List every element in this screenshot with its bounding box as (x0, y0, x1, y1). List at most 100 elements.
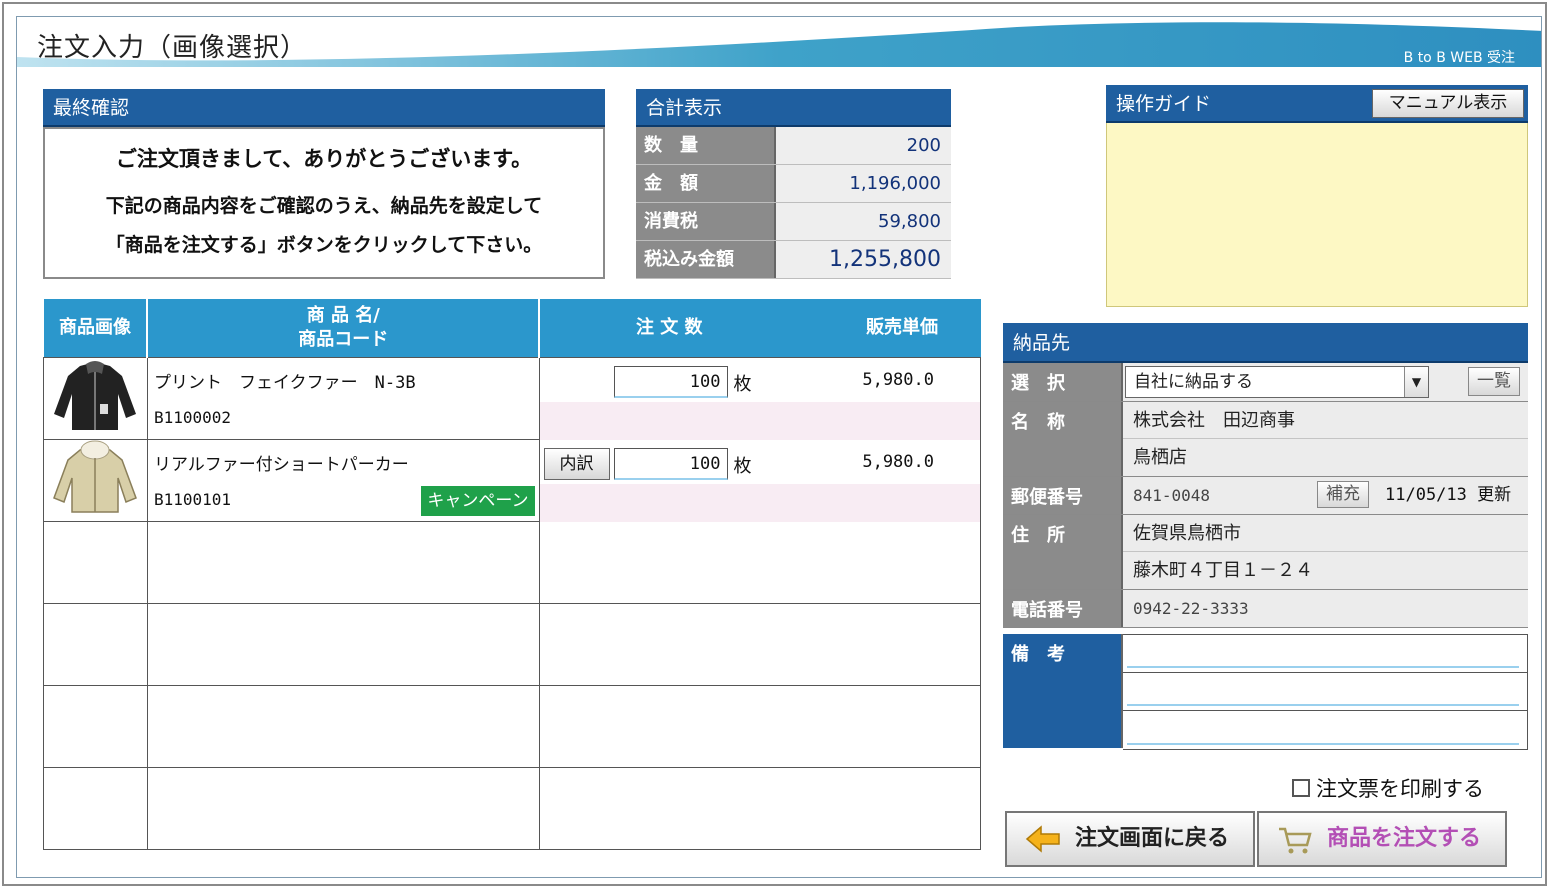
header-name: 商 品 名/ 商品コード (147, 299, 541, 358)
qty-unit: 枚 (733, 455, 752, 477)
total-qty-row: 数 量 200 (636, 127, 951, 165)
remarks-input-3[interactable] (1123, 711, 1527, 749)
arrow-left-icon (1025, 825, 1060, 853)
product-code: B1100002 (153, 407, 232, 427)
empty-cell (538, 602, 982, 686)
header-name-line1: 商 品 名/ (306, 304, 380, 326)
unit-price: 5,980.0 (862, 369, 934, 390)
table-row-empty (43, 602, 982, 686)
product-image-cell (43, 438, 148, 522)
updated-date: 11/05/13 更新 (1385, 485, 1512, 505)
empty-cell (538, 520, 982, 604)
total-with-tax-label: 税込み金額 (636, 241, 776, 278)
zip-value: 841-0048 (1133, 486, 1211, 505)
table-row: リアルファー付ショートパーカー B1100101 キャンペーン 内訳 100 枚… (43, 438, 982, 522)
qty-unit: 枚 (733, 373, 752, 395)
name-line-2: 鳥栖店 (1133, 447, 1187, 468)
delivery-tel-row: 電話番号 0942-22-3333 (1003, 590, 1528, 628)
chevron-down-icon[interactable]: ▼ (1404, 367, 1428, 397)
name-value-area: 株式会社 田辺商事 鳥栖店 (1123, 402, 1528, 476)
page-title: 注文入力（画像選択） (37, 33, 308, 63)
empty-cell (146, 684, 540, 768)
product-name: リアルファー付ショートパーカー (153, 454, 409, 475)
header-qty: 注 文 数 (636, 317, 703, 338)
print-label: 注文票を印刷する (1316, 777, 1484, 801)
product-name-cell: プリント フェイクファー N-3B B1100002 (146, 356, 540, 440)
empty-cell (43, 602, 148, 686)
remarks-fields (1123, 634, 1528, 750)
tel-line: 0942-22-3333 (1123, 590, 1528, 627)
tel-value: 0942-22-3333 (1133, 599, 1249, 618)
final-confirm-message: ご注文頂きまして、ありがとうございます。 下記の商品内容をご確認のうえ、納品先を… (43, 127, 605, 279)
detail-button[interactable]: 内訳 (543, 447, 610, 480)
total-amount-row: 金 額 1,196,000 (636, 165, 951, 203)
totals-panel: 合計表示 数 量 200 金 額 1,196,000 消費税 59,800 税込… (636, 89, 951, 279)
campaign-badge[interactable]: キャンペーン (421, 485, 535, 516)
delivery-select[interactable]: 自社に納品する ▼ (1125, 366, 1429, 398)
product-name-cell: リアルファー付ショートパーカー B1100101 キャンペーン (146, 438, 540, 522)
product-qty-cell: 内訳 100 枚 5,980.0 (538, 438, 982, 522)
zip-label: 郵便番号 (1003, 477, 1123, 514)
print-checkbox[interactable] (1292, 779, 1310, 797)
empty-cell (43, 766, 148, 850)
print-option[interactable]: 注文票を印刷する (1292, 773, 1484, 803)
empty-cell (538, 684, 982, 768)
total-with-tax-row: 税込み金額 1,255,800 (636, 241, 951, 279)
list-button[interactable]: 一覧 (1468, 367, 1520, 396)
product-table-header: 商品画像 商 品 名/ 商品コード 注 文 数 販売単価 (43, 299, 981, 358)
table-row-empty (43, 766, 982, 850)
operation-guide-panel: 操作ガイド マニュアル表示 (1106, 85, 1528, 307)
unit-price: 5,980.0 (862, 451, 934, 472)
empty-cell (43, 520, 148, 604)
manual-button[interactable]: マニュアル表示 (1372, 89, 1524, 118)
remarks-input-2[interactable] (1123, 673, 1527, 711)
qty-top-area: 100 枚 5,980.0 (540, 358, 980, 402)
qty-input[interactable]: 100 (613, 447, 728, 480)
tel-value-area: 0942-22-3333 (1123, 590, 1528, 627)
delivery-panel: 納品先 選 択 自社に納品する ▼ 一覧 名 称 株式会社 田辺商事 鳥栖店 郵… (1003, 323, 1528, 750)
zip-value-area: 841-0048 補充 11/05/13 更新 (1123, 477, 1528, 514)
fill-button[interactable]: 補充 (1317, 481, 1369, 508)
product-name: プリント フェイクファー N-3B (153, 372, 416, 393)
select-label: 選 択 (1003, 363, 1123, 401)
tel-label: 電話番号 (1003, 590, 1123, 627)
table-row-empty (43, 520, 982, 604)
title-band: 注文入力（画像選択） B to B WEB 受注 (17, 17, 1541, 67)
header-name-line2: 商品コード (298, 328, 389, 350)
tax-label: 消費税 (636, 203, 776, 240)
delivery-title: 納品先 (1003, 323, 1528, 363)
product-table: 商品画像 商 品 名/ 商品コード 注 文 数 販売単価 プリント フェイクファ… (43, 299, 982, 850)
empty-cell (146, 602, 540, 686)
table-row-empty (43, 684, 982, 768)
back-button-label: 注文画面に戻る (1075, 826, 1230, 851)
order-button-label: 商品を注文する (1327, 826, 1482, 851)
confirm-line-2: 下記の商品内容をご確認のうえ、納品先を設定して (105, 195, 543, 217)
confirm-line-1: ご注文頂きまして、ありがとうございます。 (115, 147, 533, 171)
address-value-area: 佐賀県鳥栖市 藤木町４丁目１－２４ (1123, 515, 1528, 589)
address-line-1: 佐賀県鳥栖市 (1123, 515, 1528, 552)
guide-title: 操作ガイド (1116, 93, 1212, 115)
address-line-2: 藤木町４丁目１－２４ (1133, 560, 1313, 581)
tax-row: 消費税 59,800 (636, 203, 951, 241)
totals-title: 合計表示 (636, 89, 951, 127)
back-to-order-button[interactable]: 注文画面に戻る (1005, 811, 1255, 867)
product-qty-cell: 100 枚 5,980.0 (538, 356, 982, 440)
total-amount-value: 1,196,000 (776, 165, 951, 202)
total-qty-label: 数 量 (636, 127, 776, 164)
final-confirm-title: 最終確認 (43, 89, 605, 127)
empty-cell (43, 684, 148, 768)
total-qty-value: 200 (776, 127, 951, 164)
qty-input[interactable]: 100 (613, 365, 728, 398)
main-panel: 注文入力（画像選択） B to B WEB 受注 最終確認 ご注文頂きまして、あ… (16, 16, 1542, 878)
delivery-zip-row: 郵便番号 841-0048 補充 11/05/13 更新 (1003, 477, 1528, 515)
delivery-name-row: 名 称 株式会社 田辺商事 鳥栖店 (1003, 402, 1528, 477)
header-image: 商品画像 (43, 299, 149, 358)
remarks-input-1[interactable] (1123, 635, 1527, 673)
product-code: B1100101 (153, 489, 232, 509)
jacket-dark-icon[interactable] (50, 358, 140, 434)
jacket-beige-icon[interactable] (50, 440, 140, 516)
empty-cell (146, 766, 540, 850)
empty-cell (538, 766, 982, 850)
place-order-button[interactable]: 商品を注文する (1257, 811, 1507, 867)
total-with-tax-value: 1,255,800 (776, 241, 951, 278)
